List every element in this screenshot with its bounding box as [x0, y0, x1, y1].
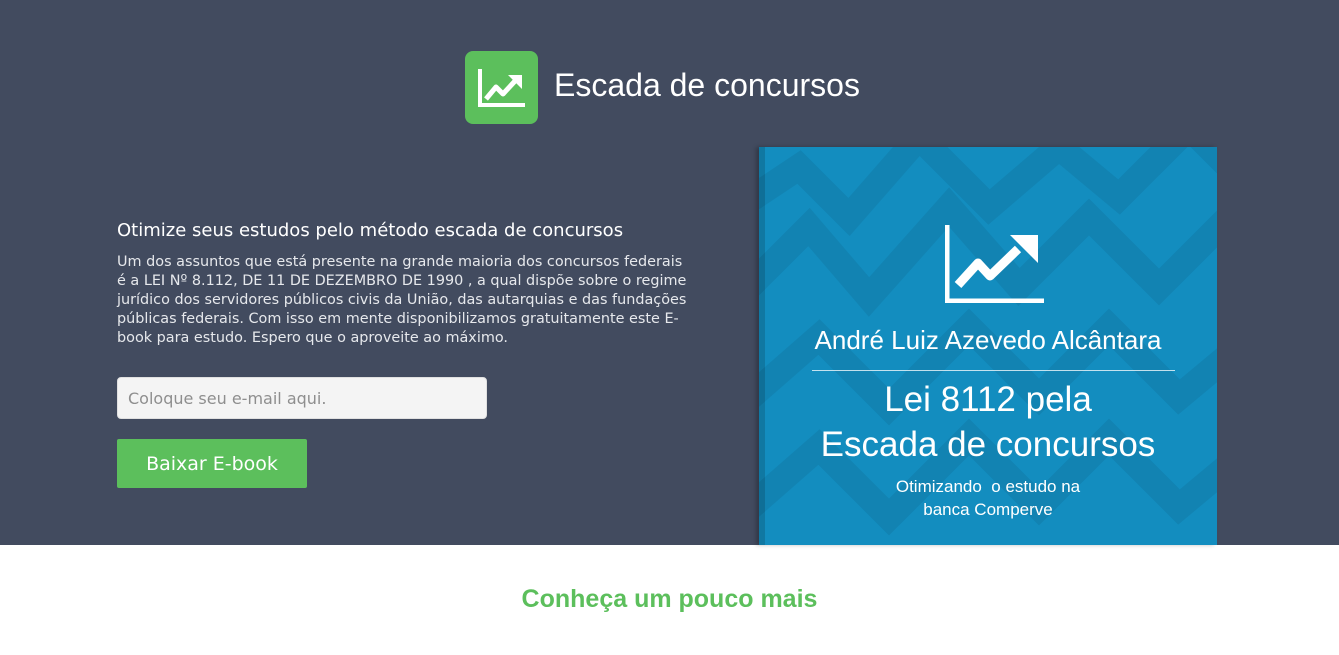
cover-title-line: Lei 8112 pela	[884, 380, 1092, 419]
trending-up-chart-icon	[478, 69, 525, 107]
section-heading: Conheça um pouco mais	[521, 585, 818, 613]
email-input[interactable]	[117, 377, 487, 419]
cover-title: Lei 8112 pela Escada de concursos	[759, 377, 1217, 467]
cover-subtitle-line: Otimizando o estudo na	[895, 477, 1081, 496]
hero-description: Um dos assuntos que está presente na gra…	[117, 254, 687, 346]
cover-title-line: Escada de concursos	[820, 425, 1156, 464]
cover-divider	[812, 370, 1175, 371]
ebook-cover: André Luiz Azevedo Alcântara Lei 8112 pe…	[759, 147, 1217, 545]
cover-subtitle: Otimizando o estudo na banca Comperve	[759, 475, 1217, 521]
cover-author: André Luiz Azevedo Alcântara	[814, 325, 1162, 355]
brand-logo	[465, 51, 538, 124]
brand-title: Escada de concursos	[554, 67, 860, 103]
hero-section: Escada de concursos Otimize seus estudos…	[0, 0, 1339, 545]
hero-headline: Otimize seus estudos pelo método escada …	[117, 220, 624, 241]
cover-subtitle-line: banca Comperve	[923, 500, 1053, 519]
trending-up-chart-icon	[945, 225, 1044, 303]
download-ebook-button[interactable]: Baixar E-book	[117, 439, 307, 488]
